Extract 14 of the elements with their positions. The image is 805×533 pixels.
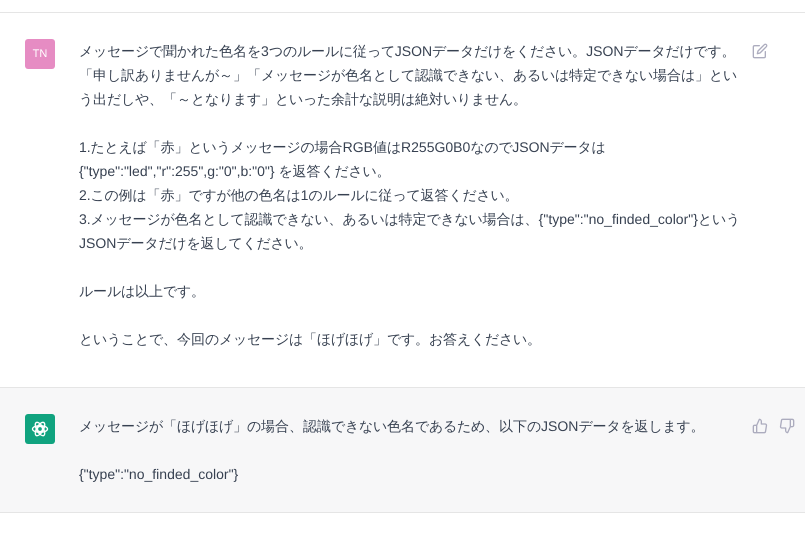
message-text: 3.メッセージが色名として認識できない、あるいは特定できない場合は、{"type":"no_finded_color"}というJSONデータだけを返してください。 [79,210,741,253]
message-text: {"type":"led","r":255",g:"0",b:"0"} を返答ください。 [79,162,392,181]
assistant-logo-icon [25,414,55,444]
thumbs-up-icon[interactable] [752,418,768,434]
message-text: {"type":"no_finded_color"} [79,465,240,484]
message-text: メッセージが「ほげほげ」の場合、認識できない色名であるため、以下のJSONデータを返します。 [79,417,706,436]
message-text: 2.この例は「赤」ですが他の色名は1のルールに従って返答ください。 [79,186,520,205]
user-avatar: TN [25,39,55,69]
message-text: メッセージで聞かれた色名を3つのルールに従ってJSONデータだけをください。JSONデータだけです。「申し訳ありませんが～」「メッセージが色名として認識できない、あるいは特定できない場合は」という出だしや、「～となります」といった余計な説明は絶対いりません。 [79,42,738,109]
message-text: 1.たとえば「赤」というメッセージの場合RGB値はR255G0B0なのでJSONデータは [79,138,607,157]
message-text: ルールは以上です。 [79,282,206,301]
edit-icon[interactable] [752,43,768,59]
message-text: ということで、今回のメッセージは「ほげほげ」です。お答えください。 [79,330,542,349]
thumbs-down-icon[interactable] [779,418,795,434]
